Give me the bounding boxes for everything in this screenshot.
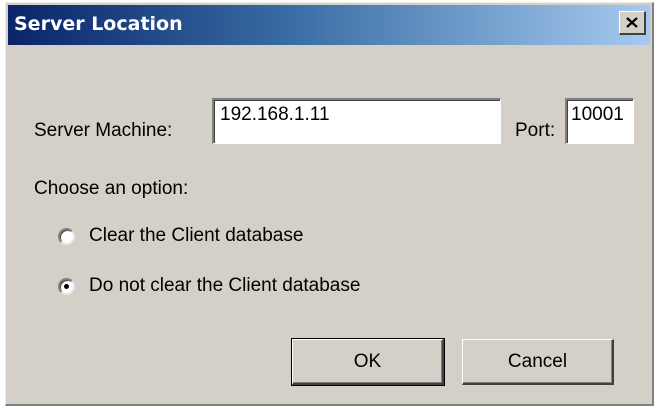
port-label: Port: <box>515 120 556 141</box>
radio-option-label: Do not clear the Client database <box>89 275 361 296</box>
radio-option-clear[interactable]: Clear the Client database <box>58 225 303 247</box>
radio-option-do-not-clear[interactable]: Do not clear the Client database <box>58 275 360 297</box>
dialog-title: Server Location <box>14 13 183 35</box>
server-machine-label: Server Machine: <box>34 120 173 141</box>
radio-icon[interactable] <box>58 227 75 245</box>
title-bar[interactable]: Server Location <box>8 5 650 45</box>
options-prompt: Choose an option: <box>34 178 189 199</box>
radio-option-label: Clear the Client database <box>89 225 304 246</box>
close-button[interactable] <box>619 11 646 35</box>
cancel-button[interactable]: Cancel <box>462 339 614 385</box>
server-location-dialog: Server Location Server Machine: 192.168.… <box>5 2 654 406</box>
server-machine-input[interactable]: 192.168.1.11 <box>212 98 501 144</box>
radio-selected-dot <box>64 283 69 289</box>
radio-icon[interactable] <box>58 277 75 295</box>
close-icon <box>626 17 638 28</box>
ok-button[interactable]: OK <box>291 338 445 386</box>
port-input[interactable]: 10001 <box>565 98 634 144</box>
